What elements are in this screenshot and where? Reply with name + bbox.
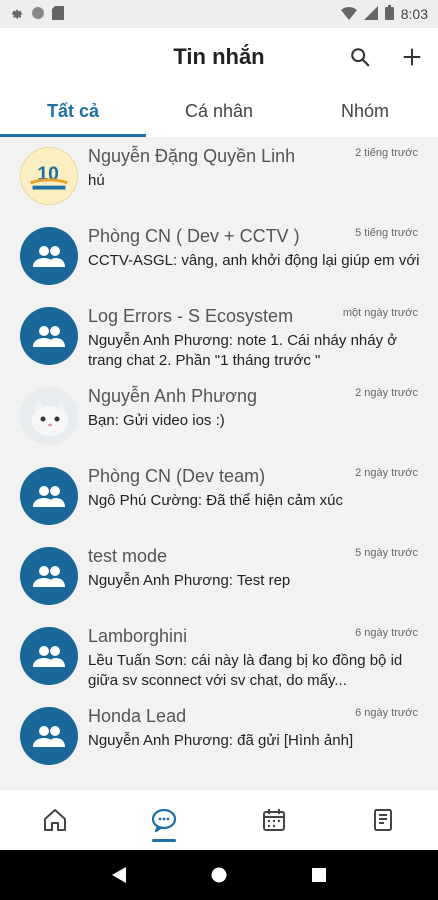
chat-icon bbox=[152, 808, 177, 833]
chat-list: 10 Nguyễn Đặng Quyền Linh hú 2 tiếng trư… bbox=[0, 137, 438, 790]
chat-message: đã gửi [Hình ảnh] bbox=[237, 732, 354, 749]
search-icon bbox=[351, 48, 370, 67]
avatar bbox=[20, 387, 78, 445]
chat-item[interactable]: test mode Nguyễn Anh Phương: Test rep 5 … bbox=[0, 537, 438, 617]
status-bar: 8:03 bbox=[0, 0, 438, 28]
chat-time: 2 ngày trước bbox=[355, 387, 418, 399]
system-nav-bar bbox=[0, 850, 438, 900]
status-time: 8:03 bbox=[400, 6, 428, 22]
bottom-nav bbox=[0, 790, 438, 850]
avatar bbox=[20, 627, 78, 685]
chat-item[interactable]: Honda Lead Nguyễn Anh Phương: đã gửi [Hì… bbox=[0, 697, 438, 777]
group-icon bbox=[33, 646, 65, 667]
system-back-button[interactable] bbox=[112, 867, 127, 883]
chat-time: 2 ngày trước bbox=[355, 467, 418, 479]
search-button[interactable] bbox=[348, 45, 372, 69]
anniversary-logo-icon: 10 bbox=[21, 148, 77, 204]
nav-chat[interactable] bbox=[110, 790, 220, 850]
chat-message: vâng, anh khởi động lại giúp em với bbox=[181, 252, 420, 269]
cat-photo-icon bbox=[20, 387, 78, 445]
nav-calendar[interactable] bbox=[219, 790, 329, 850]
group-icon bbox=[33, 246, 65, 267]
chat-sender: Nguyễn Anh Phương: bbox=[88, 572, 233, 589]
chat-preview: Nguyễn Anh Phương: note 1. Cái nháy nháy… bbox=[88, 331, 422, 371]
chat-preview: CCTV-ASGL: vâng, anh khởi động lại giúp … bbox=[88, 251, 422, 271]
tab-bar: Tất cả Cá nhân Nhóm bbox=[0, 86, 438, 137]
new-message-button[interactable] bbox=[400, 45, 424, 69]
avatar bbox=[20, 547, 78, 605]
group-icon bbox=[33, 486, 65, 507]
header-actions bbox=[348, 28, 424, 86]
chat-preview: Nguyễn Anh Phương: đã gửi [Hình ảnh] bbox=[88, 731, 422, 751]
status-left bbox=[10, 5, 64, 23]
chat-preview: Lều Tuấn Sơn: cái này là đang bị ko đồng… bbox=[88, 651, 422, 691]
app-header: Tin nhắn bbox=[0, 28, 438, 86]
chat-message: Test rep bbox=[236, 572, 291, 589]
recents-square-icon bbox=[311, 868, 326, 882]
tab-groups[interactable]: Nhóm bbox=[292, 86, 438, 137]
chat-time: 6 ngày trước bbox=[355, 627, 418, 639]
sd-card-icon bbox=[52, 5, 64, 23]
avatar bbox=[20, 307, 78, 365]
system-recents-button[interactable] bbox=[311, 868, 326, 882]
nav-documents[interactable] bbox=[329, 790, 438, 850]
avatar bbox=[20, 467, 78, 525]
chat-sender: Ngô Phú Cường: bbox=[88, 492, 203, 509]
nav-home[interactable] bbox=[0, 790, 110, 850]
page-title: Tin nhắn bbox=[173, 44, 265, 69]
tab-all[interactable]: Tất cả bbox=[0, 86, 146, 137]
chat-sender: Nguyễn Anh Phương: bbox=[88, 732, 233, 749]
avatar bbox=[20, 227, 78, 285]
chat-item[interactable]: 10 Nguyễn Đặng Quyền Linh hú 2 tiếng trư… bbox=[0, 137, 438, 217]
calendar-icon bbox=[262, 809, 285, 831]
settings-gear-icon bbox=[10, 6, 24, 23]
wifi-icon bbox=[340, 6, 357, 23]
chat-time: 5 ngày trước bbox=[355, 547, 418, 559]
battery-icon bbox=[384, 5, 394, 23]
status-right: 8:03 bbox=[340, 5, 428, 23]
group-icon bbox=[33, 726, 65, 747]
chat-sender: Lều Tuấn Sơn: bbox=[88, 652, 188, 669]
chat-sender: Nguyễn Anh Phương: bbox=[88, 332, 233, 349]
chat-item[interactable]: Lamborghini Lều Tuấn Sơn: cái này là đan… bbox=[0, 617, 438, 697]
chat-message: Đã thể hiện cảm xúc bbox=[206, 492, 344, 509]
back-triangle-icon bbox=[112, 867, 127, 883]
group-icon bbox=[33, 566, 65, 587]
home-circle-icon bbox=[211, 867, 227, 883]
chat-message: Bạn: Gửi video ios :) bbox=[88, 412, 225, 429]
tab-personal[interactable]: Cá nhân bbox=[146, 86, 292, 137]
group-icon bbox=[33, 326, 65, 347]
avatar bbox=[20, 707, 78, 765]
chat-time: 5 tiếng trước bbox=[355, 227, 418, 239]
chat-time: một ngày trước bbox=[342, 307, 418, 319]
circle-status-icon bbox=[31, 6, 45, 23]
chat-preview: Bạn: Gửi video ios :) bbox=[88, 411, 422, 431]
home-icon bbox=[43, 809, 66, 831]
signal-icon bbox=[363, 5, 378, 23]
chat-item[interactable]: Phòng CN ( Dev + CCTV ) CCTV-ASGL: vâng,… bbox=[0, 217, 438, 297]
document-icon bbox=[374, 809, 393, 831]
chat-time: 2 tiếng trước bbox=[355, 147, 418, 159]
chat-preview: Nguyễn Anh Phương: Test rep bbox=[88, 571, 422, 591]
chat-preview: hú bbox=[88, 171, 422, 191]
system-home-button[interactable] bbox=[211, 867, 227, 883]
chat-item[interactable]: Log Errors - S Ecosystem Nguyễn Anh Phươ… bbox=[0, 297, 438, 377]
chat-message: hú bbox=[88, 172, 105, 189]
chat-time: 6 ngày trước bbox=[355, 707, 418, 719]
chat-item[interactable]: Phòng CN (Dev team) Ngô Phú Cường: Đã th… bbox=[0, 457, 438, 537]
chat-sender: CCTV-ASGL: bbox=[88, 252, 178, 269]
chat-preview: Ngô Phú Cường: Đã thể hiện cảm xúc bbox=[88, 491, 422, 511]
plus-icon bbox=[403, 48, 421, 66]
avatar: 10 bbox=[20, 147, 78, 205]
chat-item[interactable]: Nguyễn Anh Phương Bạn: Gửi video ios :) … bbox=[0, 377, 438, 457]
